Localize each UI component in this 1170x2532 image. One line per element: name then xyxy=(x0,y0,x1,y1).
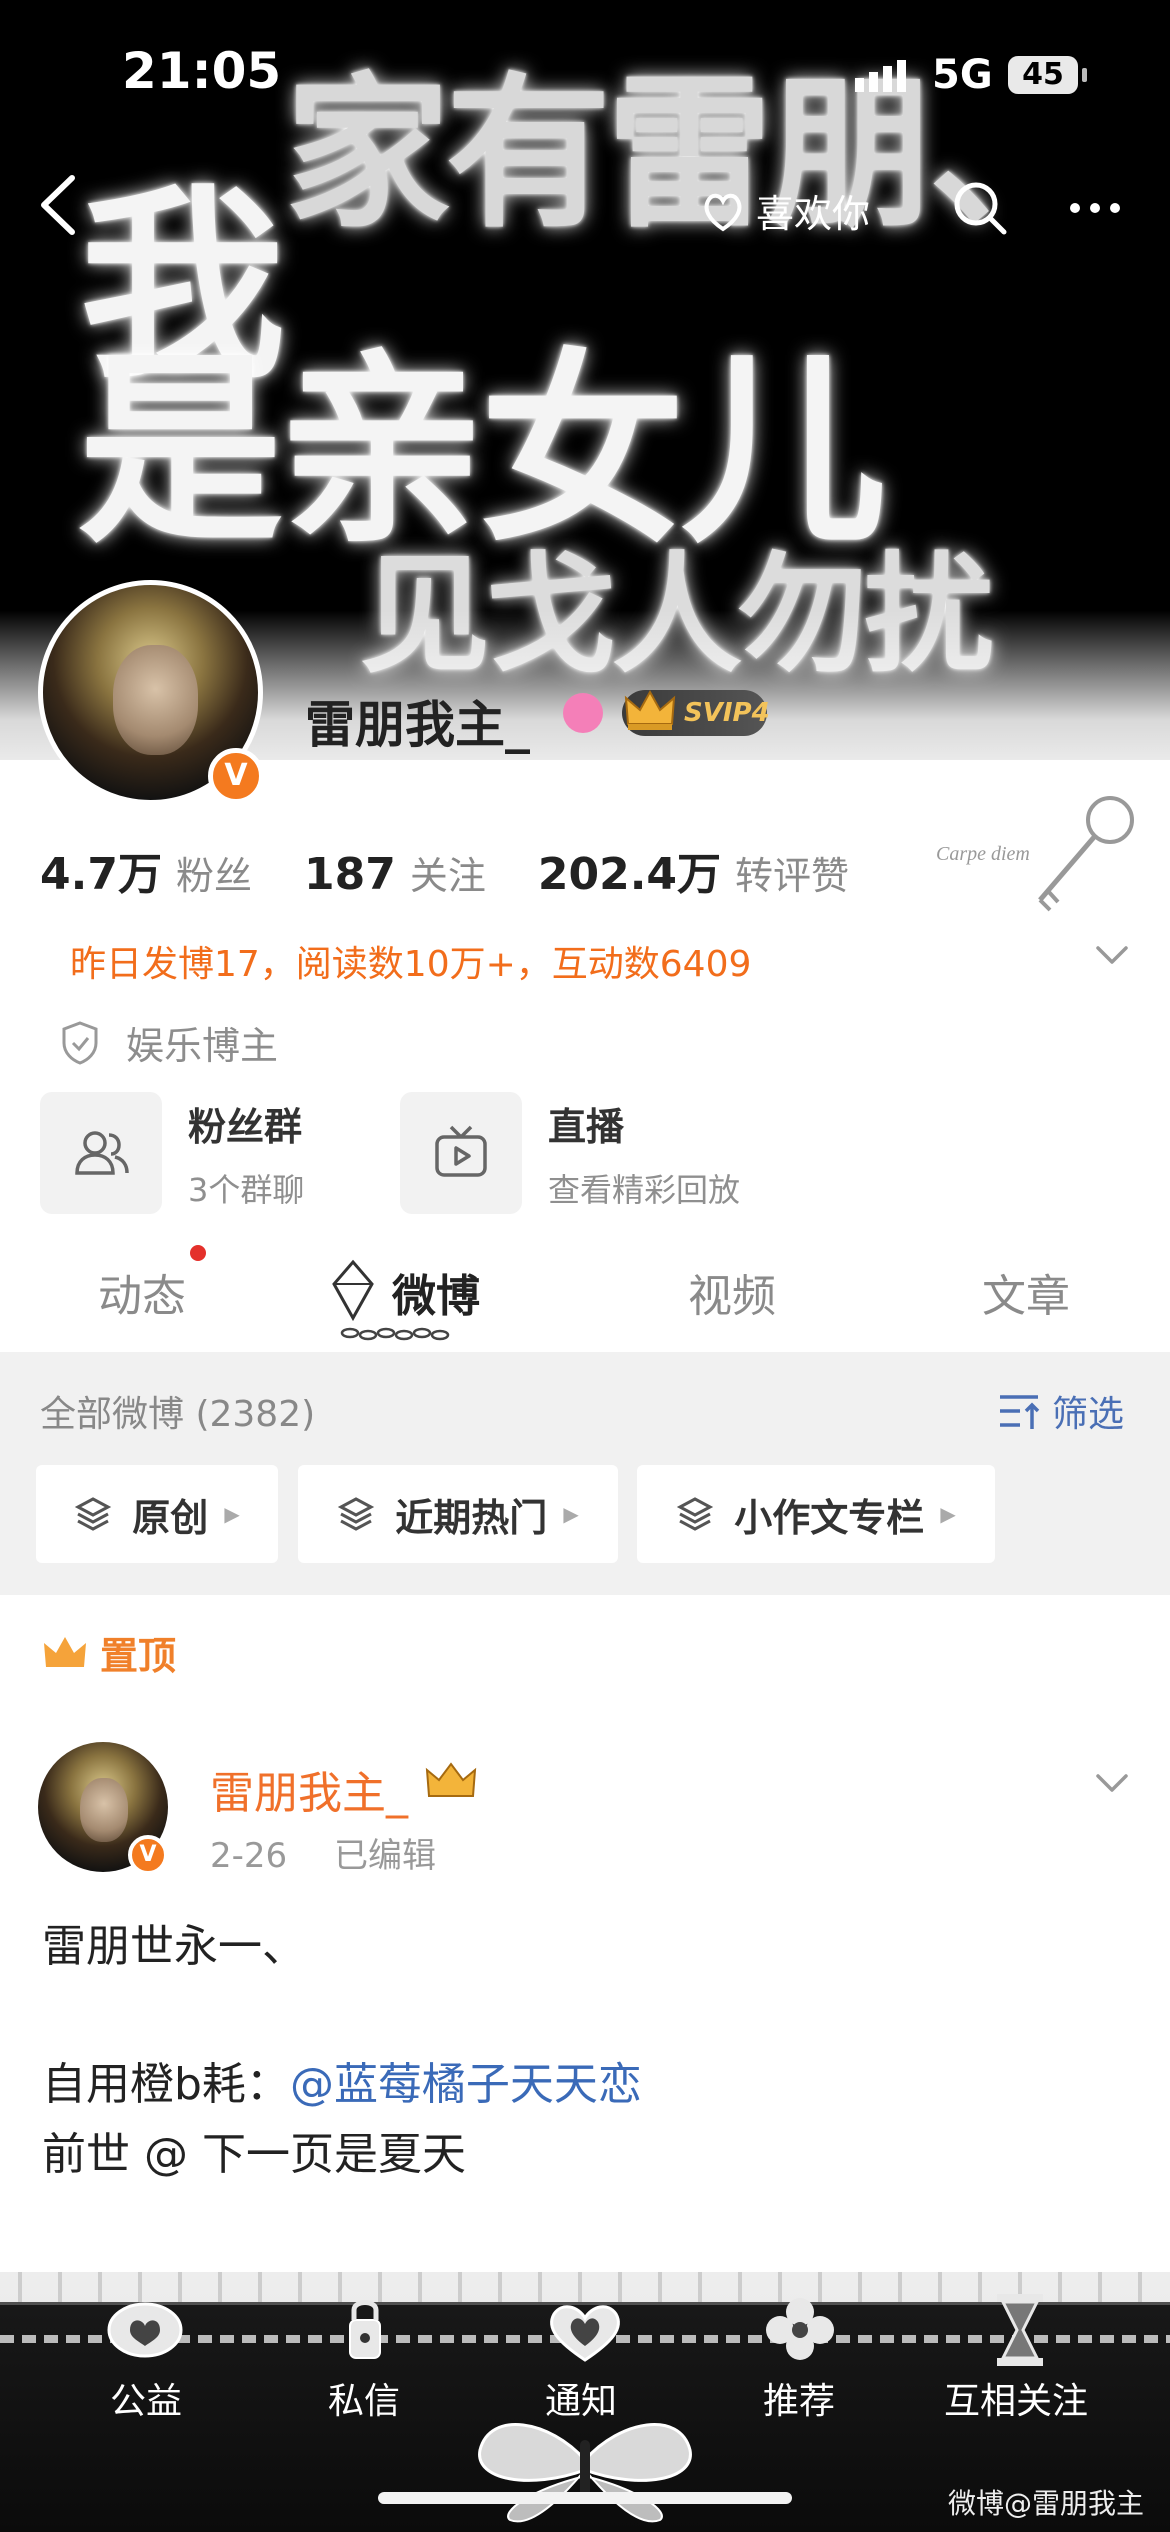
following-label[interactable]: 关注 xyxy=(410,845,486,900)
hourglass-icon[interactable] xyxy=(975,2290,1065,2370)
fan-group-icon-box xyxy=(40,1092,162,1214)
post-text-line2-prefix: 自用橙b耗： xyxy=(42,2059,290,2110)
post-date: 2-26 xyxy=(210,1836,288,1876)
activity-summary[interactable]: 昨日发博17，阅读数10万+，互动数6409 xyxy=(70,935,751,987)
profile-tabs: 动态 微博 视频 文章 xyxy=(0,1240,1170,1350)
back-button[interactable] xyxy=(30,170,90,240)
unread-dot xyxy=(190,1245,206,1261)
shield-icon xyxy=(62,1020,98,1065)
female-gender-icon xyxy=(563,693,603,733)
watermark-text: 微博@雷朋我主 xyxy=(948,2487,1145,2520)
crown-icon xyxy=(624,689,676,730)
post-meta: 2-26 已编辑 xyxy=(210,1828,472,1877)
heart-hand-icon xyxy=(704,193,742,232)
profile-page: 家有雷朋、 我 是亲女儿 见戈人勿扰 21:05 5G 45 喜欢你 xyxy=(0,0,1170,2532)
following-count[interactable]: 187 xyxy=(304,849,396,900)
chevron-down-icon[interactable] xyxy=(1092,1768,1132,1798)
fan-group-card[interactable]: 粉丝群 3个群聊 xyxy=(40,1092,304,1214)
profile-stats: 4.7万 粉丝 187 关注 202.4万 转评赞 xyxy=(40,838,901,902)
chip-original[interactable]: 原创 ▶ xyxy=(36,1465,278,1563)
tab-dynamics[interactable]: 动态 xyxy=(98,1260,186,1324)
pinned-text: 置顶 xyxy=(100,1634,177,1678)
post-text-line2: 自用橙b耗：@蓝莓橘子天天恋 xyxy=(42,2048,642,2112)
search-button[interactable] xyxy=(950,178,1010,238)
profile-username: 雷朋我主_ xyxy=(305,696,530,754)
tab-recommend[interactable]: 推荐 xyxy=(763,2372,835,2424)
chevron-left-icon xyxy=(41,175,75,235)
followers-count[interactable]: 4.7万 xyxy=(40,838,162,902)
filter-label: 筛选 xyxy=(1052,1394,1125,1435)
role-label: 娱乐博主 xyxy=(126,1024,279,1068)
live-subtitle: 查看精彩回放 xyxy=(548,1170,741,1209)
home-indicator[interactable] xyxy=(378,2492,792,2504)
chip-recent-hot-label: 近期热门 xyxy=(395,1495,548,1540)
post-text-line3: 前世 @ 下一页是夏天 xyxy=(42,2129,466,2180)
crown-icon xyxy=(44,1636,86,1667)
all-weibo-count: 全部微博 (2382) xyxy=(40,1394,316,1435)
group-people-icon xyxy=(75,1131,129,1175)
key-caption: Carpe diem xyxy=(936,843,1030,865)
caret-right-icon: ▶ xyxy=(563,1502,579,1526)
more-dots-icon xyxy=(1070,203,1120,213)
post-avatar-face xyxy=(80,1778,128,1842)
status-time: 21:05 xyxy=(122,42,282,100)
mention-link[interactable]: @蓝莓橘子天天恋 xyxy=(290,2059,642,2110)
lock-message-icon[interactable] xyxy=(320,2290,410,2370)
charity-icon[interactable] xyxy=(100,2290,190,2370)
filter-button[interactable]: 筛选 xyxy=(998,1385,1124,1437)
layers-icon xyxy=(677,1497,714,1531)
live-icon-box xyxy=(400,1092,522,1214)
chip-original-label: 原创 xyxy=(132,1495,209,1540)
crown-icon xyxy=(425,1762,477,1797)
avatar-face xyxy=(113,645,198,755)
tab-weibo[interactable]: 微博 xyxy=(392,1260,480,1324)
interactions-count[interactable]: 202.4万 xyxy=(538,838,721,902)
tab-articles[interactable]: 文章 xyxy=(982,1260,1070,1324)
post-author-name[interactable]: 雷朋我主_ xyxy=(210,1757,408,1821)
fan-group-subtitle: 3个群聊 xyxy=(188,1170,305,1209)
signal-icon xyxy=(855,60,911,92)
verified-v-icon: V xyxy=(208,748,264,804)
status-bar: 21:05 5G 45 xyxy=(0,0,1170,150)
like-you-button[interactable]: 喜欢你 xyxy=(700,180,870,240)
role-tag[interactable]: 娱乐博主 xyxy=(60,1015,278,1070)
like-you-label: 喜欢你 xyxy=(756,191,871,236)
post-text-line1: 雷朋世永一、 xyxy=(42,1921,306,1972)
battery-tip xyxy=(1082,68,1087,82)
diamond-icon xyxy=(332,1259,374,1322)
chain-decoration-icon xyxy=(340,1327,450,1341)
tv-play-icon xyxy=(435,1125,487,1177)
caret-right-icon: ▶ xyxy=(224,1502,240,1526)
chip-recent-hot[interactable]: 近期热门 ▶ xyxy=(298,1465,618,1563)
search-icon xyxy=(954,182,1007,235)
filter-icon xyxy=(1000,1395,1040,1429)
tab-mutual-follow[interactable]: 互相关注 xyxy=(944,2372,1088,2424)
tab-messages[interactable]: 私信 xyxy=(328,2372,400,2424)
verified-v-icon: V xyxy=(128,1835,168,1875)
notification-heart-icon[interactable] xyxy=(540,2290,630,2370)
chip-essay-column[interactable]: 小作文专栏 ▶ xyxy=(637,1465,995,1563)
more-button[interactable] xyxy=(1065,178,1125,238)
chip-essay-column-label: 小作文专栏 xyxy=(734,1495,925,1540)
live-title: 直播 xyxy=(548,1104,625,1149)
followers-label[interactable]: 粉丝 xyxy=(176,845,252,900)
tab-videos[interactable]: 视频 xyxy=(688,1260,776,1324)
key-decoration-icon: Carpe diem xyxy=(936,796,1134,912)
live-card[interactable]: 直播 查看精彩回放 xyxy=(400,1092,740,1214)
clover-recommend-icon[interactable] xyxy=(755,2290,845,2370)
tab-charity[interactable]: 公益 xyxy=(110,2372,182,2424)
post-edited: 已编辑 xyxy=(333,1836,436,1876)
chevron-down-icon[interactable] xyxy=(1092,940,1132,970)
battery-icon: 45 xyxy=(1008,56,1078,94)
layers-icon xyxy=(338,1497,375,1531)
fan-group-title: 粉丝群 xyxy=(188,1104,303,1149)
butterfly-decoration-icon xyxy=(478,2423,692,2523)
layers-icon xyxy=(75,1497,112,1531)
pinned-label: 置顶 xyxy=(42,1625,176,1680)
caret-right-icon: ▶ xyxy=(940,1502,956,1526)
network-type: 5G xyxy=(932,52,993,98)
interactions-label[interactable]: 转评赞 xyxy=(735,845,849,900)
